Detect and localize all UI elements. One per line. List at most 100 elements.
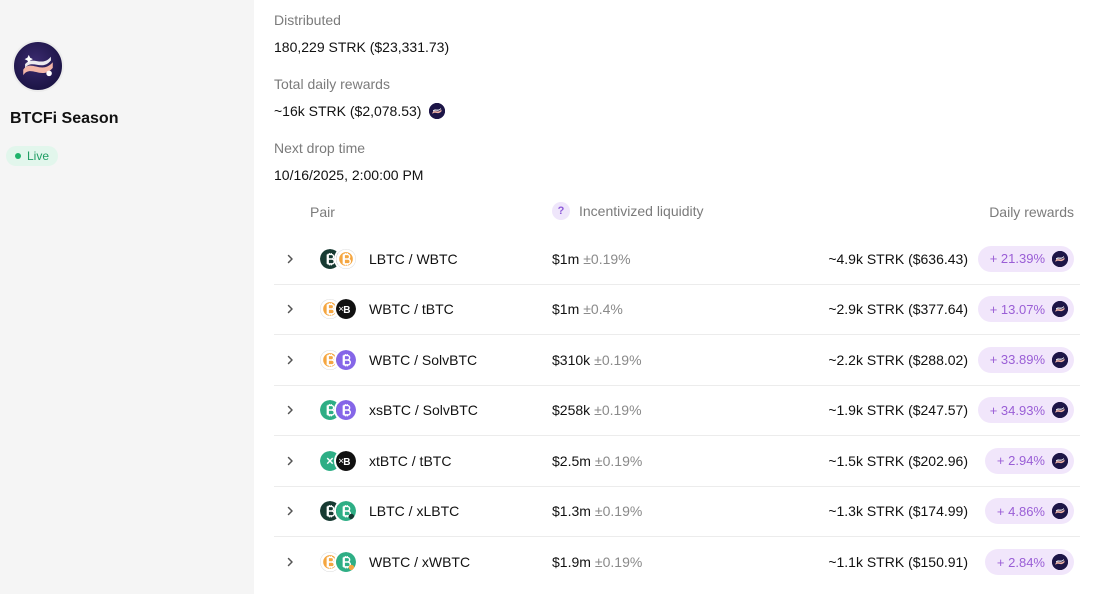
pair-name: WBTC / xWBTC: [369, 554, 471, 571]
reward-apr-badge[interactable]: + 33.89%: [977, 346, 1074, 373]
daily-reward-amount: ~4.9k STRK ($636.43): [828, 250, 968, 267]
liquidity-amount: $258k: [552, 402, 591, 419]
table-body: LBTC / WBTC $1m ±0.19% ~4.9k STRK ($636.43)…: [274, 234, 1080, 588]
liquidity-amount: $310k: [552, 351, 591, 368]
reward-apr-badge[interactable]: + 21.39%: [977, 245, 1074, 272]
reward-apr-value: + 13.07%: [989, 301, 1045, 317]
strk-token-icon: [1052, 554, 1068, 571]
next-drop-label: Next drop time: [274, 140, 366, 156]
reward-apr-badge[interactable]: + 2.94%: [984, 447, 1074, 474]
table-row[interactable]: LBTC / xLBTC $1.3m ±0.19% ~1.3k STRK ($174.…: [274, 487, 1080, 537]
status-badge: Live: [6, 146, 59, 166]
column-header-rewards: Daily rewards: [989, 204, 1074, 220]
daily-rewards-label: Total daily rewards: [274, 76, 390, 92]
chevron-right-icon[interactable]: [284, 505, 296, 517]
svg-text:✕: ✕: [338, 456, 344, 465]
column-header-liquidity: ? Incentivized liquidity: [552, 202, 704, 220]
table-row[interactable]: LBTC / WBTC $1m ±0.19% ~4.9k STRK ($636.43)…: [274, 234, 1080, 285]
daily-reward-amount: ~1.3k STRK ($174.99): [828, 503, 968, 520]
daily-reward-amount: ~2.2k STRK ($288.02): [828, 351, 968, 368]
daily-reward-amount: ~1.1k STRK ($150.91): [828, 554, 968, 571]
distributed-label: Distributed: [274, 12, 341, 28]
sidebar: BTCFi Season Live: [0, 0, 254, 594]
xlbtc-token-icon: [334, 499, 358, 524]
pair-name: xtBTC / tBTC: [369, 452, 452, 469]
liquidity-amount: $1m: [552, 301, 580, 318]
table-row[interactable]: WBTC / SolvBTC $310k ±0.19% ~2.2k STRK ($28…: [274, 335, 1080, 386]
pair-token-icons: [318, 398, 358, 423]
pair-token-icons: ✕ B ✕: [318, 448, 358, 473]
table-row[interactable]: B ✕ WBTC / tBTC $1m ±0.4% ~2.9k STRK ($377.64…: [274, 285, 1080, 335]
incentivized-liquidity: $2.5m ±0.19%: [552, 453, 642, 469]
distributed-value: 180,229 STRK ($23,331.73): [274, 39, 449, 55]
pair-token-icons: [318, 246, 358, 271]
pair-token-icons: [318, 347, 358, 372]
strk-token-icon: [1052, 250, 1068, 267]
pair-name: WBTC / tBTC: [369, 301, 454, 318]
pair-token-icons: [318, 499, 358, 524]
tbtc-token-icon: B ✕: [334, 297, 358, 322]
wbtc-token-icon: [334, 246, 358, 271]
chevron-right-icon[interactable]: [284, 354, 296, 366]
liquidity-range: ±0.19%: [594, 452, 643, 469]
status-label: Live: [27, 149, 50, 163]
incentivized-liquidity: $1m ±0.4%: [552, 301, 623, 317]
solvbtc-token-icon: [334, 398, 358, 423]
strk-token-icon: [1052, 452, 1068, 469]
incentivized-liquidity: $1.3m ±0.19%: [552, 503, 642, 519]
liquidity-range: ±0.19%: [594, 554, 643, 571]
chevron-right-icon[interactable]: [284, 404, 296, 416]
svg-text:✕: ✕: [338, 305, 344, 314]
distributed-amount: 180,229 STRK ($23,331.73): [274, 39, 450, 55]
pair-name: xsBTC / SolvBTC: [369, 402, 478, 419]
reward-apr-badge[interactable]: + 13.07%: [977, 296, 1074, 323]
reward-apr-value: + 34.93%: [989, 402, 1045, 418]
liquidity-amount: $2.5m: [552, 452, 591, 469]
season-title: BTCFi Season: [10, 110, 119, 127]
svg-text:B: B: [343, 305, 350, 316]
column-header-pair: Pair: [310, 204, 335, 220]
liquidity-amount: $1m: [552, 250, 580, 267]
next-drop-value: 10/16/2025, 2:00:00 PM: [274, 167, 423, 183]
strk-token-icon: [429, 103, 446, 119]
next-drop-time: 10/16/2025, 2:00:00 PM: [274, 167, 424, 183]
table-row[interactable]: xsBTC / SolvBTC $258k ±0.19% ~1.9k STRK ($2…: [274, 386, 1080, 436]
reward-apr-badge[interactable]: + 34.93%: [977, 397, 1074, 424]
reward-apr-value: + 2.94%: [996, 453, 1045, 469]
daily-rewards-amount: ~16k STRK ($2,078.53): [274, 103, 422, 119]
column-header-liquidity-label: Incentivized liquidity: [579, 203, 704, 219]
liquidity-range: ±0.4%: [583, 301, 623, 318]
strk-token-icon: [1052, 503, 1068, 520]
chevron-right-icon[interactable]: [284, 556, 296, 568]
reward-apr-value: + 4.86%: [996, 503, 1045, 519]
reward-apr-badge[interactable]: + 2.84%: [984, 549, 1074, 576]
reward-apr-value: + 33.89%: [989, 352, 1045, 368]
tbtc-token-icon: B ✕: [334, 448, 358, 473]
liquidity-range: ±0.19%: [583, 250, 631, 267]
pair-name: LBTC / WBTC: [369, 250, 458, 267]
strk-token-icon: [1052, 301, 1068, 318]
daily-reward-amount: ~1.5k STRK ($202.96): [828, 452, 968, 469]
liquidity-amount: $1.3m: [552, 503, 591, 520]
liquidity-range: ±0.19%: [594, 351, 642, 368]
liquidity-range: ±0.19%: [594, 503, 643, 520]
liquidity-range: ±0.19%: [594, 402, 642, 419]
pair-name: WBTC / SolvBTC: [369, 351, 478, 368]
solvbtc-token-icon: [334, 347, 358, 372]
help-icon[interactable]: ?: [552, 202, 570, 220]
pair-token-icons: [318, 550, 358, 575]
strk-token-icon: [1052, 351, 1068, 368]
daily-reward-amount: ~2.9k STRK ($377.64): [828, 301, 968, 318]
reward-apr-badge[interactable]: + 4.86%: [984, 498, 1074, 525]
table-row[interactable]: WBTC / xWBTC $1.9m ±0.19% ~1.1k STRK ($150.…: [274, 537, 1080, 588]
strk-token-icon: [1052, 402, 1068, 419]
chevron-right-icon[interactable]: [284, 303, 296, 315]
table-row[interactable]: ✕ B ✕ xtBTC / tBTC $2.5m ±0.19% ~1.5k STRK ($2…: [274, 436, 1080, 487]
table-header: Pair ? Incentivized liquidity Daily rewa…: [274, 196, 1080, 234]
live-dot-icon: [15, 153, 21, 159]
starknet-logo-icon: [12, 40, 64, 92]
chevron-right-icon[interactable]: [284, 455, 296, 467]
pair-token-icons: B ✕: [318, 297, 358, 322]
svg-text:✕: ✕: [326, 456, 334, 467]
chevron-right-icon[interactable]: [284, 253, 296, 265]
